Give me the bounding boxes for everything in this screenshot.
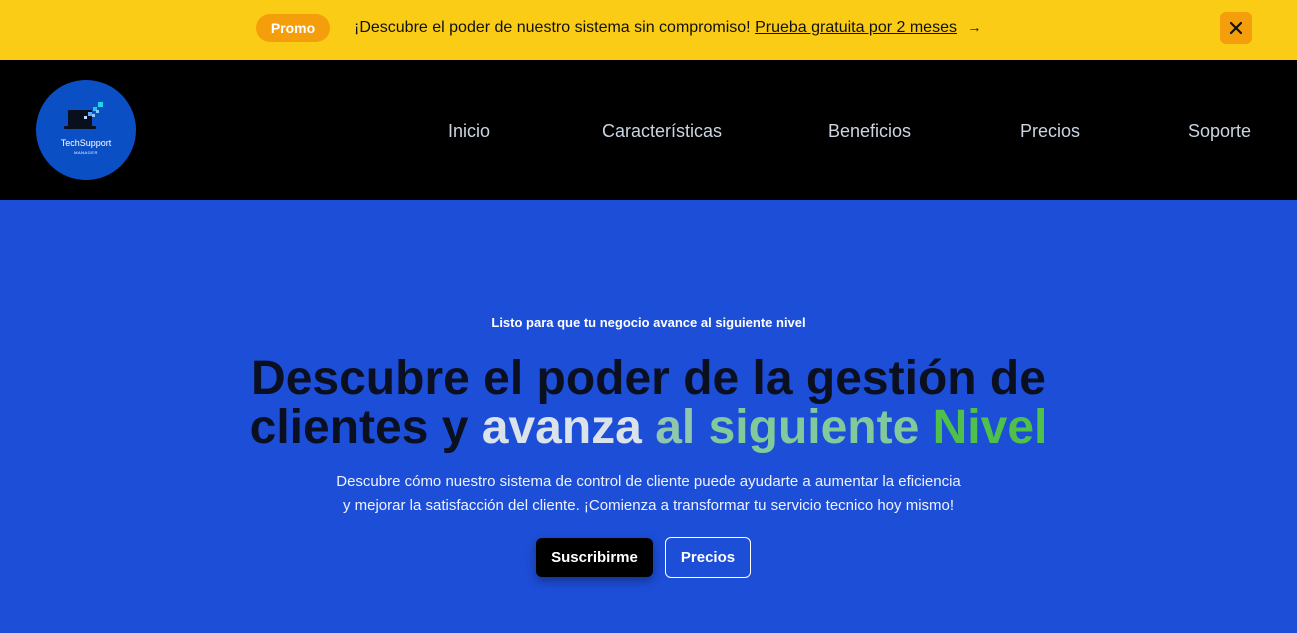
hero-description-line1: Descubre cómo nuestro sistema de control… — [336, 473, 961, 490]
arrow-right-icon: → — [967, 19, 982, 35]
promo-message-text: ¡Descubre el poder de nuestro sistema si… — [354, 19, 751, 36]
promo-message: ¡Descubre el poder de nuestro sistema si… — [354, 19, 981, 37]
nav-item-caracteristicas[interactable]: Características — [602, 121, 722, 142]
nav-item-beneficios[interactable]: Beneficios — [828, 121, 911, 142]
hero-title-al: al — [655, 401, 696, 454]
subscribe-button[interactable]: Suscribirme — [536, 538, 653, 577]
logo-subtitle: MANAGER — [74, 150, 98, 155]
nav-item-inicio[interactable]: Inicio — [448, 121, 490, 142]
nav-item-precios[interactable]: Precios — [1020, 121, 1080, 142]
hero-eyebrow: Listo para que tu negocio avance al sigu… — [491, 315, 806, 330]
close-icon — [1229, 21, 1243, 35]
techsupport-logo[interactable]: TechSupport MANAGER — [36, 80, 136, 180]
hero-title: Descubre el poder de la gestión de clien… — [0, 354, 1297, 452]
hero-title-siguiente: siguiente — [708, 401, 920, 454]
laptop-icon — [64, 102, 103, 129]
hero-title-line1: Descubre el poder de la gestión de — [251, 352, 1046, 405]
hero-description: Descubre cómo nuestro sistema de control… — [0, 470, 1297, 518]
close-promo-button[interactable] — [1220, 12, 1252, 44]
free-trial-link[interactable]: Prueba gratuita por 2 meses — [755, 19, 957, 36]
pricing-button[interactable]: Precios — [665, 537, 751, 578]
hero-title-nivel: Nivel — [932, 401, 1048, 454]
hero-title-clientes: clientes y — [249, 401, 469, 454]
nav-item-soporte[interactable]: Soporte — [1188, 121, 1251, 142]
promo-banner: Promo ¡Descubre el poder de nuestro sist… — [0, 0, 1297, 60]
site-header: TechSupport MANAGER Inicio Característic… — [0, 60, 1297, 200]
hero-title-avanza: avanza — [481, 401, 642, 454]
hero-description-line2: y mejorar la satisfacción del cliente. ¡… — [342, 497, 955, 514]
promo-badge: Promo — [256, 14, 330, 42]
logo-name: TechSupport — [60, 138, 112, 148]
